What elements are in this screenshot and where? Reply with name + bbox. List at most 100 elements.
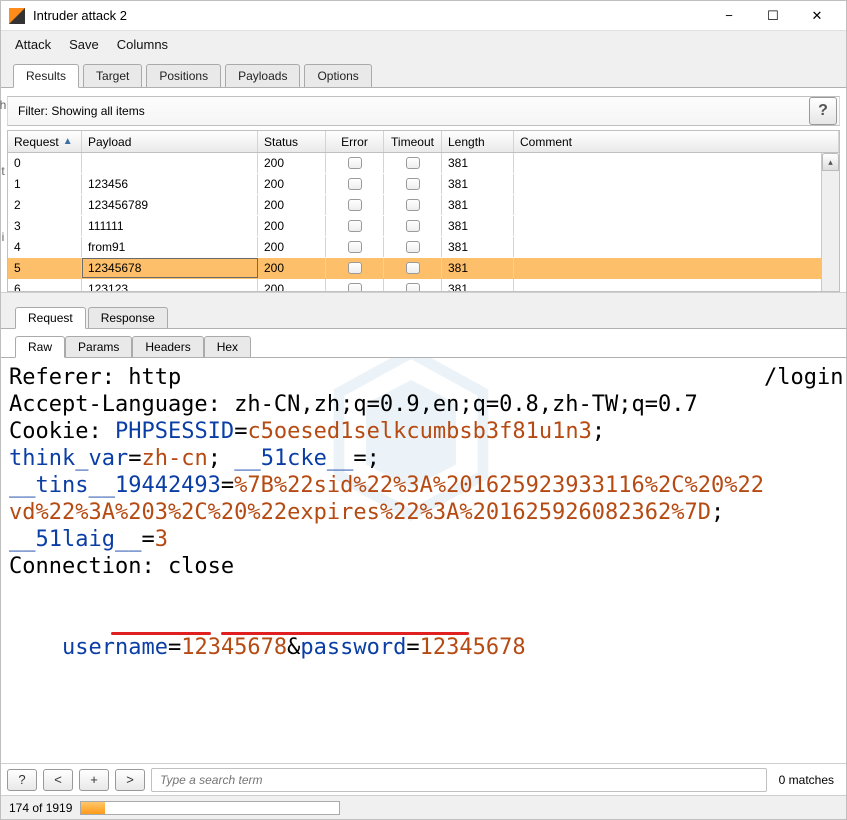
next-match-button[interactable]: > <box>115 769 145 791</box>
menu-attack[interactable]: Attack <box>9 35 57 54</box>
raw-line: Accept-Language: zh-CN,zh;q=0.9,en;q=0.8… <box>9 391 838 418</box>
cell-status: 200 <box>258 237 326 257</box>
cell-timeout <box>384 174 442 194</box>
tab-raw[interactable]: Raw <box>15 336 65 358</box>
close-button[interactable]: ✕ <box>796 2 838 30</box>
col-timeout[interactable]: Timeout <box>384 131 442 152</box>
cell-comment <box>514 195 839 215</box>
left-edge-letters: h t i <box>0 56 6 748</box>
scroll-up-icon[interactable]: ▴ <box>822 153 839 171</box>
cell-timeout <box>384 237 442 257</box>
maximize-button[interactable]: ☐ <box>752 2 794 30</box>
table-header: Request▲ Payload Status Error Timeout Le… <box>8 131 839 153</box>
tab-params[interactable]: Params <box>65 336 132 357</box>
checkbox-icon <box>348 199 362 211</box>
cell-length: 381 <box>442 237 514 257</box>
regex-help-button[interactable]: ? <box>7 769 37 791</box>
tab-options[interactable]: Options <box>304 64 371 87</box>
cell-comment <box>514 258 839 278</box>
table-row[interactable]: 6123123200381 <box>8 279 839 291</box>
prev-match-button[interactable]: < <box>43 769 73 791</box>
raw-line: __51laig__=3 <box>9 526 838 553</box>
cell-status: 200 <box>258 153 326 173</box>
table-row[interactable]: 0 200 381 <box>8 153 839 174</box>
cell-timeout <box>384 258 442 278</box>
match-count: 0 matches <box>773 773 840 787</box>
tab-request[interactable]: Request <box>15 307 86 329</box>
raw-line: vd%22%3A%203%2C%20%22expires%22%3A%20162… <box>9 499 838 526</box>
raw-body-line: username=12345678&password=12345678 <box>9 607 838 742</box>
col-length[interactable]: Length <box>442 131 514 152</box>
cell-status: 200 <box>258 279 326 291</box>
add-match-button[interactable]: + <box>79 769 109 791</box>
cell-error <box>326 195 384 215</box>
cell-length: 381 <box>442 195 514 215</box>
col-payload[interactable]: Payload <box>82 131 258 152</box>
req-res-tabs: Request Response <box>1 300 846 329</box>
filter-bar[interactable]: Filter: Showing all items ? <box>7 96 840 126</box>
tab-positions[interactable]: Positions <box>146 64 221 87</box>
cell-request: 4 <box>8 237 82 257</box>
raw-request-panel[interactable]: Referer: http /login.html Accept-Languag… <box>1 358 846 763</box>
window-title: Intruder attack 2 <box>33 8 708 23</box>
title-bar: Intruder attack 2 − ☐ ✕ <box>1 1 846 31</box>
search-input[interactable] <box>151 768 767 792</box>
filter-text: Filter: Showing all items <box>8 104 807 118</box>
cell-error <box>326 258 384 278</box>
cell-error <box>326 216 384 236</box>
raw-line: Referer: http /login.html <box>9 364 838 391</box>
tab-target[interactable]: Target <box>83 64 142 87</box>
menu-save[interactable]: Save <box>63 35 105 54</box>
raw-line: __tins__19442493=%7B%22sid%22%3A%2016259… <box>9 472 838 499</box>
main-tabs: Results Target Positions Payloads Option… <box>1 57 846 88</box>
minimize-button[interactable]: − <box>708 2 750 30</box>
checkbox-icon <box>406 241 420 253</box>
cell-timeout <box>384 153 442 173</box>
table-row[interactable]: 1123456200381 <box>8 174 839 195</box>
cell-status: 200 <box>258 195 326 215</box>
col-comment[interactable]: Comment <box>514 131 839 152</box>
tab-payloads[interactable]: Payloads <box>225 64 300 87</box>
checkbox-icon <box>348 178 362 190</box>
cell-request: 0 <box>8 153 82 173</box>
col-status[interactable]: Status <box>258 131 326 152</box>
checkbox-icon <box>406 157 420 169</box>
cell-comment <box>514 153 839 173</box>
vertical-scrollbar[interactable]: ▴ <box>821 153 839 291</box>
menu-columns[interactable]: Columns <box>111 35 174 54</box>
raw-line: think_var=zh-cn; __51cke__=; <box>9 445 838 472</box>
checkbox-icon <box>348 262 362 274</box>
cell-comment <box>514 279 839 291</box>
table-row[interactable]: 3111111200381 <box>8 216 839 237</box>
tab-results[interactable]: Results <box>13 64 79 88</box>
table-row[interactable]: 2123456789200381 <box>8 195 839 216</box>
red-underline <box>111 632 211 635</box>
tab-headers[interactable]: Headers <box>132 336 203 357</box>
cell-payload: 123123 <box>82 279 258 291</box>
cell-timeout <box>384 195 442 215</box>
tab-response[interactable]: Response <box>88 307 168 328</box>
help-button[interactable]: ? <box>809 97 837 125</box>
checkbox-icon <box>348 241 362 253</box>
red-underline <box>221 632 469 635</box>
col-request[interactable]: Request▲ <box>8 131 82 152</box>
cell-request: 5 <box>8 258 82 278</box>
table-row[interactable]: 4from91200381 <box>8 237 839 258</box>
cell-error <box>326 237 384 257</box>
cell-length: 381 <box>442 216 514 236</box>
cell-error <box>326 153 384 173</box>
results-table: Request▲ Payload Status Error Timeout Le… <box>7 130 840 292</box>
splitter[interactable] <box>1 292 846 300</box>
table-row[interactable]: 512345678200381 <box>8 258 839 279</box>
tab-hex[interactable]: Hex <box>204 336 251 357</box>
sort-asc-icon: ▲ <box>63 136 73 147</box>
cell-timeout <box>384 216 442 236</box>
menu-bar: Attack Save Columns <box>1 31 846 57</box>
app-icon <box>9 8 25 24</box>
cell-comment <box>514 174 839 194</box>
table-body: 0200381112345620038121234567892003813111… <box>8 153 839 291</box>
cell-error <box>326 174 384 194</box>
status-bar: 174 of 1919 <box>1 795 846 819</box>
cell-length: 381 <box>442 153 514 173</box>
col-error[interactable]: Error <box>326 131 384 152</box>
